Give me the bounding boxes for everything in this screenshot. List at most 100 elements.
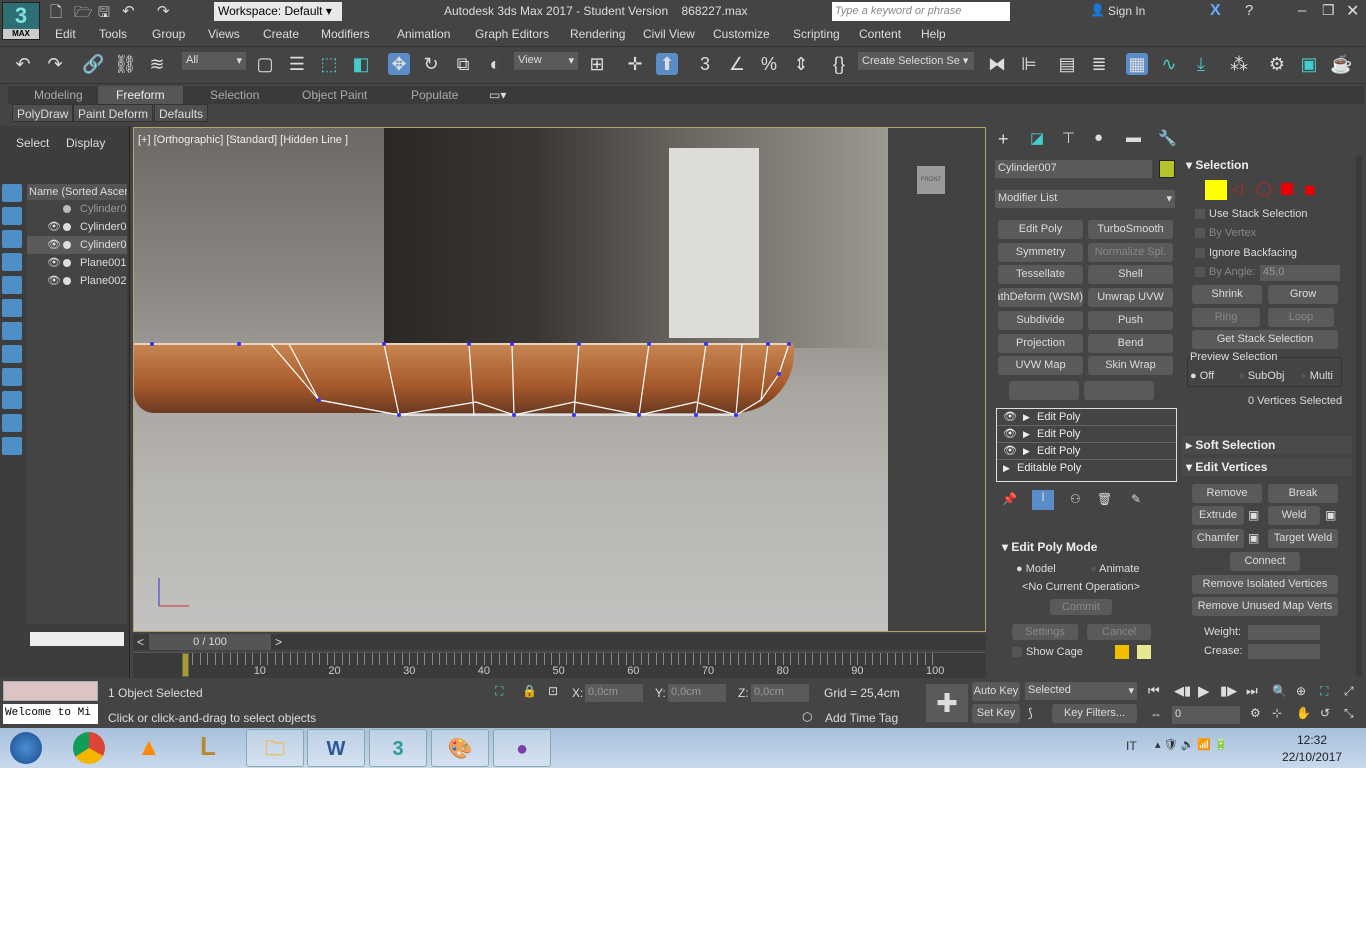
viewcube[interactable]: FRONT (917, 166, 945, 194)
object-name-field[interactable]: Cylinder007 (995, 160, 1152, 178)
menu-customize[interactable]: Customize (713, 27, 770, 41)
show-end-result-icon[interactable]: I (1032, 490, 1054, 510)
eye-icon[interactable]: 👁 (1003, 443, 1017, 460)
cameras-filter-icon[interactable] (2, 253, 22, 271)
play-icon[interactable]: ▶ (1198, 682, 1210, 700)
subtab-defaults[interactable]: Defaults (154, 104, 209, 122)
break-button[interactable]: Break (1268, 484, 1338, 503)
move-icon[interactable]: ✥ (388, 53, 410, 75)
eye-icon[interactable]: 👁 (47, 272, 61, 290)
menu-edit[interactable]: Edit (55, 27, 76, 41)
z-coordinate-field[interactable]: 0,0cm (751, 684, 809, 702)
by-angle-checkbox[interactable]: By Angle: (1195, 266, 1255, 278)
current-frame-field[interactable]: 0 (1172, 706, 1240, 724)
schematic-view-icon[interactable]: ⤓ (1190, 53, 1212, 75)
edit-named-sel-icon[interactable]: {} (828, 53, 850, 75)
language-indicator[interactable]: IT (1126, 739, 1137, 753)
redo-icon[interactable]: ↷ (44, 53, 66, 75)
remove-button[interactable]: Remove (1192, 484, 1262, 503)
search-input[interactable]: Type a keyword or phrase (832, 2, 1010, 21)
workspace-dropdown[interactable]: Workspace: Default ▾ (214, 2, 342, 21)
target-weld-button[interactable]: Target Weld (1268, 529, 1338, 548)
minimize-button[interactable]: – (1298, 2, 1306, 19)
unlink-icon[interactable]: ⛓ (114, 53, 137, 75)
ignore-backfacing-checkbox[interactable]: Ignore Backfacing (1195, 247, 1297, 259)
material-editor-icon[interactable]: ⁂ (1228, 53, 1250, 75)
tab-freeform[interactable]: Freeform (98, 86, 183, 104)
polygon-mode-icon[interactable] (1281, 183, 1293, 195)
render-setup-icon[interactable]: ⚙ (1266, 53, 1288, 75)
subtab-paint-deform[interactable]: Paint Deform (73, 104, 154, 122)
next-frame-button[interactable]: > (275, 635, 282, 649)
geometry-filter-icon[interactable] (2, 184, 22, 202)
viewport-front[interactable]: [+] [Orthographic] [Standard] [Hidden Li… (133, 127, 986, 632)
maxscript-input[interactable]: Welcome to Mi (3, 704, 98, 724)
set-key-button[interactable]: Set Key (972, 704, 1020, 723)
rotate-icon[interactable]: ↻ (420, 53, 442, 75)
xrefs-filter-icon[interactable] (2, 345, 22, 363)
eye-icon[interactable]: 👁 (1003, 426, 1017, 443)
key-mode-toggle-icon[interactable]: ⇔ (1150, 707, 1162, 721)
menu-scripting[interactable]: Scripting (793, 27, 840, 41)
cancel-button[interactable]: Cancel (1087, 624, 1151, 640)
set-keys-icon[interactable]: ⟆ (1028, 706, 1033, 720)
modifier-turbosmooth-button[interactable]: TurboSmooth (1088, 220, 1173, 239)
curve-editor-icon[interactable]: ∿ (1158, 53, 1180, 75)
menu-create[interactable]: Create (263, 27, 299, 41)
stack-item[interactable]: 👁 ▶ Edit Poly (997, 409, 1176, 426)
connect-button[interactable]: Connect (1230, 552, 1300, 571)
key-mode-dropdown[interactable]: Selected ▾ (1025, 682, 1137, 700)
scale-icon[interactable]: ⧉ (452, 53, 474, 75)
eye-icon[interactable]: 👁 (47, 254, 61, 272)
frozen-filter-icon[interactable] (2, 414, 22, 432)
modifier-bend-button[interactable]: Bend (1088, 334, 1173, 353)
menu-graph-editors[interactable]: Graph Editors (475, 27, 549, 41)
layers-icon[interactable]: ≣ (1088, 53, 1110, 75)
edit-vertices-header[interactable]: ▾ Edit Vertices (1186, 460, 1267, 474)
pin-stack-icon[interactable]: 📌 (1002, 492, 1017, 506)
menu-tools[interactable]: Tools (99, 27, 127, 41)
expand-arrow-icon[interactable]: ▶ (1023, 409, 1030, 426)
layer-explorer-icon[interactable]: ▤ (1056, 53, 1078, 75)
modifier-symmetry-button[interactable]: Symmetry (998, 243, 1083, 262)
expand-arrow-icon[interactable]: ▶ (1003, 460, 1010, 477)
sign-in-link[interactable]: Sign In (1108, 4, 1145, 18)
time-config-icon[interactable]: ⚙ (1250, 706, 1261, 720)
modify-tab-icon[interactable]: ◪ (1030, 129, 1044, 147)
pivot-icon[interactable]: ⊞ (586, 53, 608, 75)
groups-filter-icon[interactable] (2, 322, 22, 340)
save-icon[interactable]: 🖫 (98, 2, 110, 26)
bind-space-warp-icon[interactable]: ≋ (146, 53, 168, 75)
extrude-button[interactable]: Extrude (1192, 506, 1244, 525)
tab-object-paint[interactable]: Object Paint (302, 88, 367, 102)
prev-key-icon[interactable]: ◀▮ (1174, 683, 1191, 699)
maxscript-listener-pink[interactable] (3, 681, 98, 701)
menu-civil-view[interactable]: Civil View (643, 27, 695, 41)
preview-off-radio[interactable]: ● Off (1190, 370, 1214, 382)
motion-tab-icon[interactable]: ● (1094, 129, 1103, 146)
clock-date[interactable]: 22/10/2017 (1282, 750, 1342, 764)
orbit-icon[interactable]: ↺ (1320, 706, 1330, 720)
start-button[interactable] (10, 732, 42, 764)
hierarchy-tab-icon[interactable]: ⊤ (1062, 129, 1075, 147)
containers-filter-icon[interactable] (2, 391, 22, 409)
render-icon[interactable]: ☕ (1330, 53, 1352, 75)
next-key-icon[interactable]: ▮▶ (1220, 683, 1237, 699)
ribbon-options-icon[interactable]: ▭▾ (489, 88, 506, 102)
named-selection-dropdown[interactable]: Create Selection Se ▾ (858, 52, 974, 70)
maximize-button[interactable]: ❐ (1322, 2, 1335, 19)
placement-icon[interactable]: ◐ (484, 53, 506, 75)
modifier-uvw-map-button[interactable]: UVW Map (998, 356, 1083, 375)
shapes-filter-icon[interactable] (2, 207, 22, 225)
help-icon[interactable]: ? (1245, 2, 1253, 19)
snap-toggle-icon[interactable]: 3 (694, 53, 716, 75)
extrude-settings-icon[interactable]: ▣ (1248, 508, 1259, 522)
zoom-extents-all-icon[interactable]: ⤢ (1344, 684, 1354, 699)
app-logo-button[interactable]: 3 MAX (2, 2, 40, 40)
add-time-tag-button[interactable]: Add Time Tag (825, 711, 898, 725)
eye-icon[interactable]: 👁 (1003, 409, 1017, 426)
redo-icon[interactable]: ↷ (157, 2, 170, 20)
modifier-normalize-spline-button[interactable]: Normalize Spl. (1088, 243, 1173, 262)
scene-item-selected[interactable]: 👁 Cylinder0 (27, 236, 127, 254)
weld-settings-icon[interactable]: ▣ (1325, 508, 1336, 522)
